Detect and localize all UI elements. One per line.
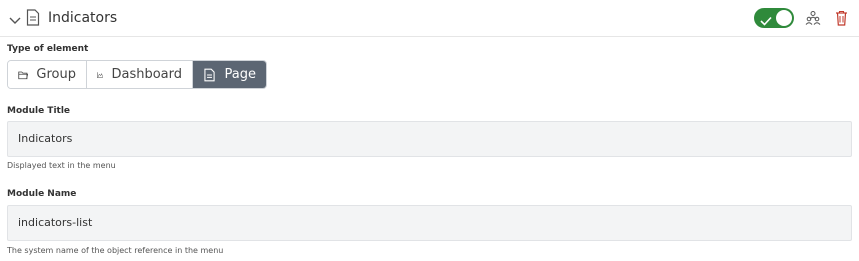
type-option-group[interactable]: Group [8, 61, 87, 88]
type-option-group-label: Group [36, 67, 76, 82]
type-option-dashboard[interactable]: Dashboard [87, 61, 193, 88]
module-name-label: Module Name [7, 189, 77, 199]
module-name-hint: The system name of the object reference … [7, 246, 224, 255]
trash-icon[interactable] [835, 10, 848, 26]
chevron-down-icon[interactable] [8, 12, 22, 24]
document-icon [204, 68, 215, 81]
module-title-input[interactable]: Indicators [7, 121, 852, 157]
element-type-selector: Group Dashboard Page [7, 60, 267, 89]
module-title-label: Module Title [7, 106, 71, 116]
people-icon[interactable] [805, 10, 821, 26]
document-icon [26, 9, 40, 26]
module-header: Indicators [0, 0, 859, 37]
module-title-hint: Displayed text in the menu [7, 161, 116, 170]
check-icon [760, 12, 772, 26]
type-option-dashboard-label: Dashboard [111, 67, 182, 82]
module-header-title: Indicators [48, 10, 118, 26]
type-of-element-label: Type of element [7, 44, 89, 54]
type-option-page-label: Page [224, 67, 256, 82]
module-name-input[interactable]: indicators-list [7, 205, 852, 241]
type-option-page[interactable]: Page [193, 61, 266, 88]
chart-icon [97, 71, 104, 78]
folder-icon [18, 71, 29, 79]
toggle-knob [776, 10, 792, 26]
enabled-toggle[interactable] [754, 8, 794, 28]
